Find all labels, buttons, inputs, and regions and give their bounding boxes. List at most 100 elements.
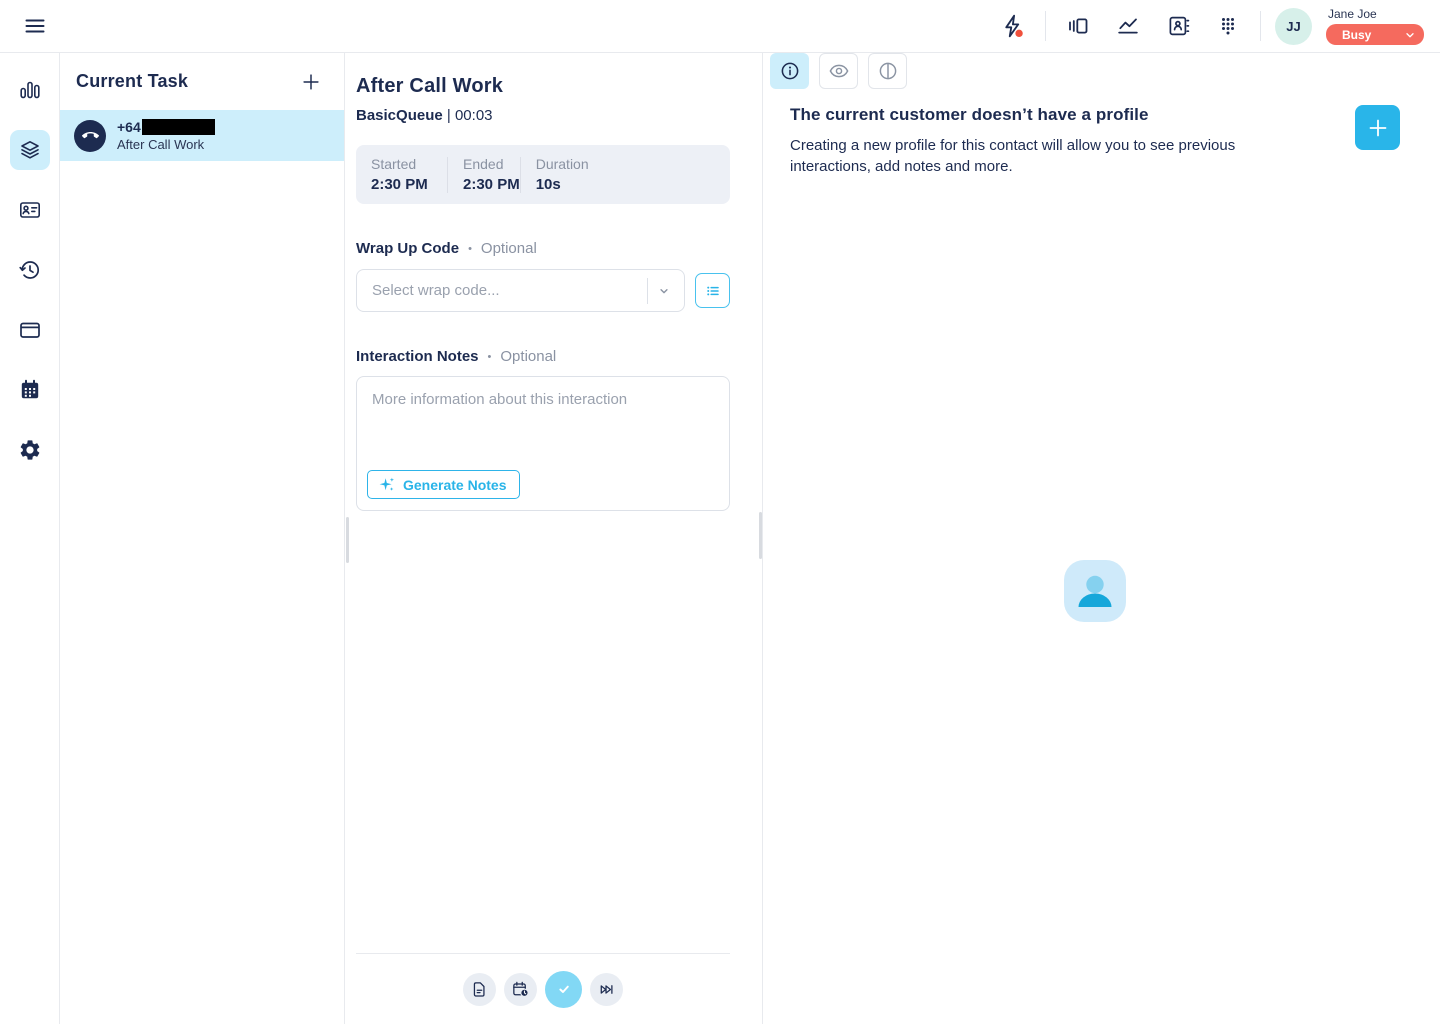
- after-call-work-panel: After Call Work BasicQueue | 00:03 Start…: [345, 53, 763, 1024]
- left-nav-rail: [0, 53, 60, 1024]
- plus-icon: [300, 71, 322, 93]
- document-icon: [470, 980, 489, 999]
- wrap-code-select[interactable]: Select wrap code...: [356, 269, 685, 312]
- chevron-down-icon: [654, 281, 674, 301]
- nav-item-tasks[interactable]: [0, 120, 60, 180]
- top-bar: JJ Jane Joe Busy: [0, 0, 1440, 53]
- schedule-callback-button[interactable]: [504, 973, 537, 1006]
- agent-workspace: JJ Jane Joe Busy: [0, 0, 1440, 1024]
- skip-forward-icon: [597, 980, 616, 999]
- complete-task-button[interactable]: [545, 971, 582, 1008]
- call-end-icon: [74, 120, 106, 152]
- wrap-up-code-label: Wrap Up Code: [356, 240, 459, 257]
- eye-icon: [828, 60, 850, 82]
- check-icon: [554, 979, 574, 999]
- calendar-icon: [18, 378, 42, 402]
- current-task-title: Current Task: [76, 71, 188, 92]
- current-task-panel: Current Task +64 After Call Work: [60, 53, 345, 1024]
- plus-icon: [1366, 116, 1390, 140]
- history-clock-icon: [18, 258, 42, 282]
- nav-item-contacts[interactable]: [0, 180, 60, 240]
- chevron-down-icon: [1404, 29, 1416, 41]
- task-list-item[interactable]: +64 After Call Work: [60, 110, 344, 161]
- status-label: Busy: [1342, 28, 1371, 42]
- dialpad-button[interactable]: [1210, 8, 1246, 44]
- topbar-divider: [1045, 11, 1046, 41]
- notes-document-button[interactable]: [463, 973, 496, 1006]
- hamburger-icon: [23, 14, 47, 38]
- tab-info[interactable]: [770, 53, 809, 89]
- create-profile-button[interactable]: [1355, 105, 1400, 150]
- interaction-notes-input[interactable]: [357, 377, 729, 457]
- stats-button[interactable]: [1110, 8, 1146, 44]
- generate-notes-label: Generate Notes: [403, 477, 506, 493]
- queue-name: BasicQueue: [356, 107, 443, 124]
- bullet-separator: •: [488, 351, 492, 363]
- user-avatar[interactable]: JJ: [1275, 8, 1312, 45]
- generate-notes-button[interactable]: Generate Notes: [367, 470, 520, 499]
- stat-ended: Ended 2:30 PM: [448, 156, 520, 193]
- call-stats-card: Started 2:30 PM Ended 2:30 PM Duration 1…: [356, 145, 730, 204]
- profile-placeholder-avatar: [1064, 560, 1126, 622]
- wrap-up-optional-tag: Optional: [481, 240, 537, 257]
- info-icon: [779, 60, 801, 82]
- user-name: Jane Joe: [1326, 7, 1377, 21]
- tab-preview[interactable]: [819, 53, 858, 89]
- layout-panels-button[interactable]: [1060, 8, 1096, 44]
- gear-icon: [18, 438, 42, 462]
- skip-next-button[interactable]: [590, 973, 623, 1006]
- interaction-notes-label: Interaction Notes: [356, 348, 479, 365]
- wrap-code-placeholder: Select wrap code...: [372, 282, 647, 299]
- topbar-divider: [1260, 11, 1261, 41]
- task-phone-number: +64: [117, 119, 215, 135]
- nav-item-calendar[interactable]: [0, 360, 60, 420]
- contacts-button[interactable]: [1160, 8, 1196, 44]
- left-scrollbar-thumb[interactable]: [346, 517, 349, 563]
- sparkle-icon: [378, 476, 396, 494]
- acw-footer-toolbar: [356, 953, 730, 1024]
- acw-title: After Call Work: [356, 75, 730, 98]
- selected-nav-highlight: [10, 130, 50, 170]
- person-icon: [1064, 560, 1126, 622]
- bullet-separator: •: [468, 243, 472, 255]
- acw-timer: 00:03: [455, 107, 493, 124]
- profile-tabs: [770, 53, 907, 89]
- bolt-notification-icon: [1000, 13, 1026, 39]
- notifications-button[interactable]: [995, 8, 1031, 44]
- list-icon: [703, 281, 723, 301]
- hamburger-menu-button[interactable]: [17, 8, 53, 44]
- window-icon: [18, 318, 42, 342]
- stat-started: Started 2:30 PM: [356, 156, 447, 193]
- layers-icon: [18, 138, 42, 162]
- status-dropdown[interactable]: Busy: [1326, 24, 1424, 45]
- tab-split-view[interactable]: [868, 53, 907, 89]
- user-block: Jane Joe Busy: [1326, 7, 1424, 45]
- nav-item-settings[interactable]: [0, 420, 60, 480]
- split-circle-icon: [877, 60, 899, 82]
- contact-card-icon: [18, 198, 42, 222]
- phone-redaction-box: [142, 119, 215, 135]
- wrap-code-list-button[interactable]: [695, 273, 730, 308]
- no-profile-message: The current customer doesn’t have a prof…: [790, 105, 1290, 177]
- contact-book-icon: [1166, 14, 1190, 38]
- select-divider: [647, 278, 648, 304]
- nav-item-workspace[interactable]: [0, 300, 60, 360]
- right-scrollbar-thumb[interactable]: [759, 512, 762, 559]
- no-profile-body: Creating a new profile for this contact …: [790, 135, 1268, 177]
- queue-separator: |: [447, 107, 451, 124]
- queue-timer-line: BasicQueue | 00:03: [356, 107, 730, 124]
- no-profile-heading: The current customer doesn’t have a prof…: [790, 105, 1290, 125]
- bar-chart-icon: [18, 78, 42, 102]
- notes-optional-tag: Optional: [500, 348, 556, 365]
- layout-panels-icon: [1066, 14, 1090, 38]
- dialpad-icon: [1216, 14, 1240, 38]
- interaction-notes-box: Generate Notes: [356, 376, 730, 511]
- user-initials: JJ: [1286, 19, 1300, 34]
- trend-chart-icon: [1116, 14, 1140, 38]
- stat-duration: Duration 10s: [521, 156, 589, 193]
- customer-profile-panel: The current customer doesn’t have a prof…: [763, 53, 1440, 1024]
- nav-item-history[interactable]: [0, 240, 60, 300]
- calendar-clock-icon: [511, 980, 530, 999]
- add-task-button[interactable]: [300, 71, 322, 93]
- nav-item-metrics[interactable]: [0, 60, 60, 120]
